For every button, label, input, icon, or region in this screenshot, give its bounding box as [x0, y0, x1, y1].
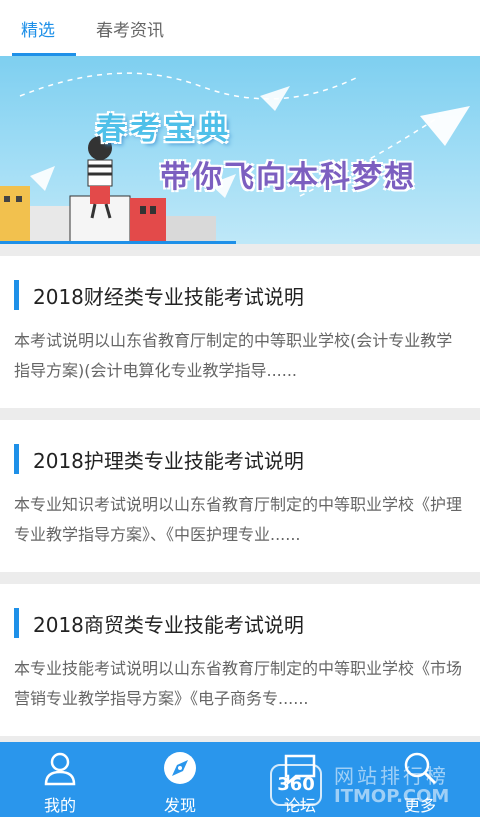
chat-icon [284, 754, 316, 786]
nav-item-forum[interactable]: 论坛 [240, 742, 360, 817]
accent-stripe [14, 444, 19, 474]
article-summary: 本考试说明以山东省教育厅制定的中等职业学校(会计专业教学指导方案)(会计电算化专… [14, 331, 453, 380]
tab-featured[interactable]: 精选 [0, 0, 76, 56]
nav-item-mine[interactable]: 我的 [0, 742, 120, 817]
nav-item-discover[interactable]: 发现 [120, 742, 240, 817]
nav-label: 更多 [403, 796, 436, 815]
article-card[interactable]: 2018商贸类专业技能考试说明 本专业技能考试说明以山东省教育厅制定的中等职业学… [0, 584, 480, 736]
article-card[interactable]: 2018护理类专业技能考试说明 本专业知识考试说明以山东省教育厅制定的中等职业学… [0, 420, 480, 572]
user-icon [44, 752, 76, 786]
article-header: 2018商贸类专业技能考试说明 [14, 608, 304, 638]
compass-icon [164, 752, 196, 784]
article-summary: 本专业知识考试说明以山东省教育厅制定的中等职业学校《护理专业教学指导方案》、《中… [14, 495, 463, 544]
article-summary: 本专业技能考试说明以山东省教育厅制定的中等职业学校《市场营销专业教学指导方案》《… [14, 659, 463, 708]
accent-stripe [14, 280, 19, 310]
article-header: 2018财经类专业技能考试说明 [14, 280, 304, 310]
banner-title: 春考宝典 [96, 112, 232, 147]
nav-label: 发现 [163, 796, 196, 815]
search-icon [404, 752, 437, 785]
nav-label: 我的 [43, 796, 76, 815]
banner-illustration [0, 72, 470, 244]
banner-subtitle: 带你飞向本科梦想 [160, 160, 416, 195]
article-title[interactable]: 2018护理类专业技能考试说明 [33, 445, 304, 474]
tab-news[interactable]: 春考资讯 [80, 0, 180, 56]
accent-stripe [14, 608, 19, 638]
banner-indicator [0, 241, 236, 244]
article-title[interactable]: 2018财经类专业技能考试说明 [33, 281, 304, 310]
bottom-nav: 我的 发现 论坛 更多 [0, 742, 480, 817]
top-tab-bar: 精选 春考资讯 [0, 0, 480, 56]
promo-banner[interactable]: 春考宝典 带你飞向本科梦想 [0, 56, 480, 244]
nav-item-more[interactable]: 更多 [360, 742, 480, 817]
article-card[interactable]: 2018财经类专业技能考试说明 本考试说明以山东省教育厅制定的中等职业学校(会计… [0, 256, 480, 408]
nav-label: 论坛 [283, 796, 316, 815]
article-title[interactable]: 2018商贸类专业技能考试说明 [33, 609, 304, 638]
article-header: 2018护理类专业技能考试说明 [14, 444, 304, 474]
